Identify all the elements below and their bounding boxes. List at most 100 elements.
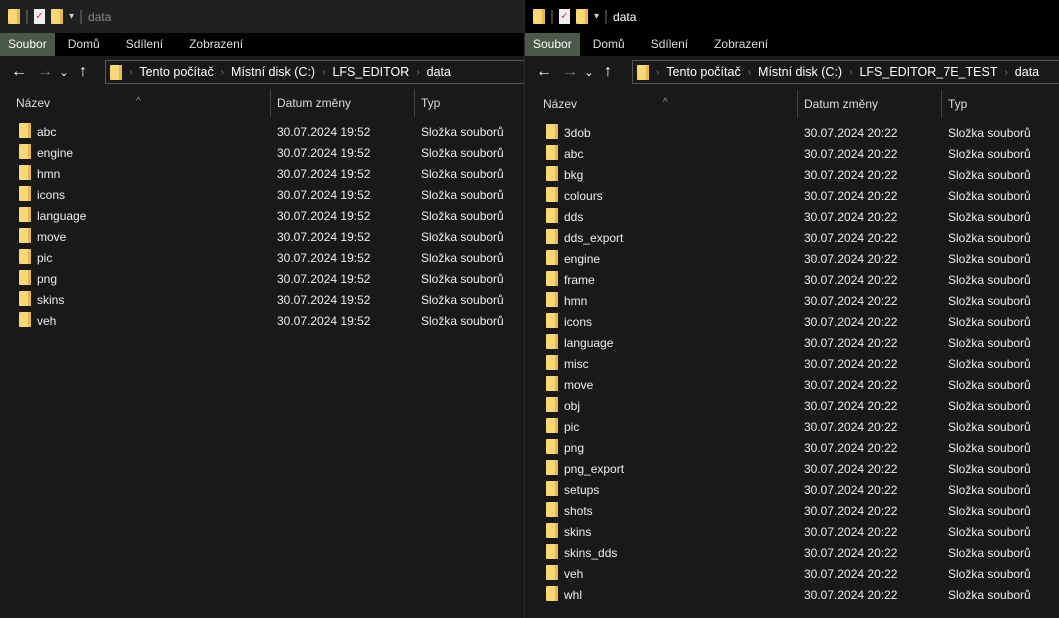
item-type: Složka souborů [948,357,1031,371]
breadcrumb-chevron-icon[interactable]: › [656,67,659,78]
new-folder-icon[interactable] [576,9,588,24]
properties-icon[interactable]: ✓ [559,9,570,24]
folder-icon [637,64,649,80]
ribbon-tab-2[interactable]: Sdílení [638,33,701,56]
file-row[interactable]: whl 30.07.2024 20:22 Složka souborů [525,584,1059,605]
column-date[interactable]: Datum změny [804,97,878,111]
file-row[interactable]: png 30.07.2024 19:52 Složka souborů [0,268,526,289]
ribbon-tab-3[interactable]: Zobrazení [701,33,781,56]
breadcrumb-chevron-icon[interactable]: › [129,67,132,78]
file-row[interactable]: png_export 30.07.2024 20:22 Složka soubo… [525,458,1059,479]
file-row[interactable]: abc 30.07.2024 19:52 Složka souborů [0,121,526,142]
file-row[interactable]: abc 30.07.2024 20:22 Složka souborů [525,143,1059,164]
item-date: 30.07.2024 19:52 [277,125,371,139]
recent-locations-icon[interactable]: ⌄ [581,66,597,79]
file-row[interactable]: 3dob 30.07.2024 20:22 Složka souborů [525,122,1059,143]
breadcrumb-item[interactable]: Místní disk (C:) [758,65,842,79]
item-type: Složka souborů [948,252,1031,266]
file-row[interactable]: language 30.07.2024 19:52 Složka souborů [0,205,526,226]
file-row[interactable]: obj 30.07.2024 20:22 Složka souborů [525,395,1059,416]
item-type: Složka souborů [948,420,1031,434]
folder-icon [546,334,558,349]
recent-locations-icon[interactable]: ⌄ [56,66,72,79]
file-row[interactable]: move 30.07.2024 20:22 Složka souborů [525,374,1059,395]
file-row[interactable]: engine 30.07.2024 20:22 Složka souborů [525,248,1059,269]
file-row[interactable]: icons 30.07.2024 19:52 Složka souborů [0,184,526,205]
file-row[interactable]: veh 30.07.2024 19:52 Složka souborů [0,310,526,331]
column-name[interactable]: Název [16,96,50,110]
breadcrumb-item[interactable]: data [1015,65,1039,79]
file-row[interactable]: png 30.07.2024 20:22 Složka souborů [525,437,1059,458]
file-row[interactable]: hmn 30.07.2024 19:52 Složka souborů [0,163,526,184]
customize-toolbar-icon[interactable]: ▾ [69,11,74,22]
item-name: engine [564,252,601,266]
folder-icon [546,208,558,223]
folder-icon [546,145,558,160]
item-date: 30.07.2024 19:52 [277,209,371,223]
item-name: dds_export [564,231,624,245]
item-name: whl [564,588,583,602]
forward-icon[interactable]: → [34,63,56,81]
forward-icon[interactable]: → [559,63,581,81]
breadcrumb-item[interactable]: Místní disk (C:) [231,65,315,79]
breadcrumb-item[interactable]: LFS_EDITOR_7E_TEST [859,65,997,79]
file-row[interactable]: pic 30.07.2024 20:22 Složka souborů [525,416,1059,437]
item-type: Složka souborů [948,210,1031,224]
breadcrumb-chevron-icon[interactable]: › [221,67,224,78]
breadcrumb-chevron-icon[interactable]: › [1004,67,1007,78]
file-row[interactable]: dds_export 30.07.2024 20:22 Složka soubo… [525,227,1059,248]
new-folder-icon[interactable] [51,9,63,24]
column-name[interactable]: Název [543,97,577,111]
address-box[interactable]: › Tento počítač › Místní disk (C:) › LFS_EDIT… [632,60,1059,84]
folder-icon [110,64,122,80]
file-row[interactable]: engine 30.07.2024 19:52 Složka souborů [0,142,526,163]
customize-toolbar-icon[interactable]: ▾ [594,11,599,22]
item-date: 30.07.2024 20:22 [804,441,898,455]
ribbon-tab-1[interactable]: Domů [580,33,638,56]
breadcrumb-chevron-icon[interactable]: › [322,67,325,78]
title-bar[interactable]: ✓ ▾ data [0,0,526,33]
breadcrumb-chevron-icon[interactable]: › [416,67,419,78]
address-box[interactable]: › Tento počítač › Místní disk (C:) › LFS_EDIT… [105,60,526,84]
ribbon-tab-0[interactable]: Soubor [0,33,55,56]
breadcrumb-chevron-icon[interactable]: › [748,67,751,78]
file-row[interactable]: pic 30.07.2024 19:52 Složka souborů [0,247,526,268]
properties-icon[interactable]: ✓ [34,9,45,24]
ribbon-tab-2[interactable]: Sdílení [113,33,176,56]
ribbon-tab-1[interactable]: Domů [55,33,113,56]
file-row[interactable]: setups 30.07.2024 20:22 Složka souborů [525,479,1059,500]
file-row[interactable]: bkg 30.07.2024 20:22 Složka souborů [525,164,1059,185]
file-row[interactable]: misc 30.07.2024 20:22 Složka souborů [525,353,1059,374]
file-row[interactable]: shots 30.07.2024 20:22 Složka souborů [525,500,1059,521]
back-icon[interactable]: ← [533,63,555,81]
file-row[interactable]: skins 30.07.2024 20:22 Složka souborů [525,521,1059,542]
file-row[interactable]: skins_dds 30.07.2024 20:22 Složka soubor… [525,542,1059,563]
breadcrumb-item[interactable]: Tento počítač [139,65,213,79]
title-bar[interactable]: ✓ ▾ data [525,0,1059,33]
column-type[interactable]: Typ [421,96,440,110]
up-icon[interactable]: ↑ [597,63,619,81]
column-type[interactable]: Typ [948,97,967,111]
breadcrumb-item[interactable]: data [427,65,451,79]
file-row[interactable]: icons 30.07.2024 20:22 Složka souborů [525,311,1059,332]
file-row[interactable]: colours 30.07.2024 20:22 Složka souborů [525,185,1059,206]
folder-icon [546,418,558,433]
column-date[interactable]: Datum změny [277,96,351,110]
item-date: 30.07.2024 19:52 [277,146,371,160]
breadcrumb-item[interactable]: LFS_EDITOR [332,65,409,79]
file-row[interactable]: move 30.07.2024 19:52 Složka souborů [0,226,526,247]
ribbon-tab-3[interactable]: Zobrazení [176,33,256,56]
explorer-window-right: ✓ ▾ data Soubor Domů Sdílení Zobrazení ← → … [524,0,1059,618]
up-icon[interactable]: ↑ [72,63,94,81]
file-row[interactable]: frame 30.07.2024 20:22 Složka souborů [525,269,1059,290]
file-row[interactable]: hmn 30.07.2024 20:22 Složka souborů [525,290,1059,311]
back-icon[interactable]: ← [8,63,30,81]
file-row[interactable]: dds 30.07.2024 20:22 Složka souborů [525,206,1059,227]
breadcrumb-item[interactable]: Tento počítač [666,65,740,79]
item-name: icons [37,188,66,202]
file-row[interactable]: skins 30.07.2024 19:52 Složka souborů [0,289,526,310]
file-row[interactable]: veh 30.07.2024 20:22 Složka souborů [525,563,1059,584]
file-row[interactable]: language 30.07.2024 20:22 Složka souborů [525,332,1059,353]
ribbon-tab-0[interactable]: Soubor [525,33,580,56]
breadcrumb-chevron-icon[interactable]: › [849,67,852,78]
